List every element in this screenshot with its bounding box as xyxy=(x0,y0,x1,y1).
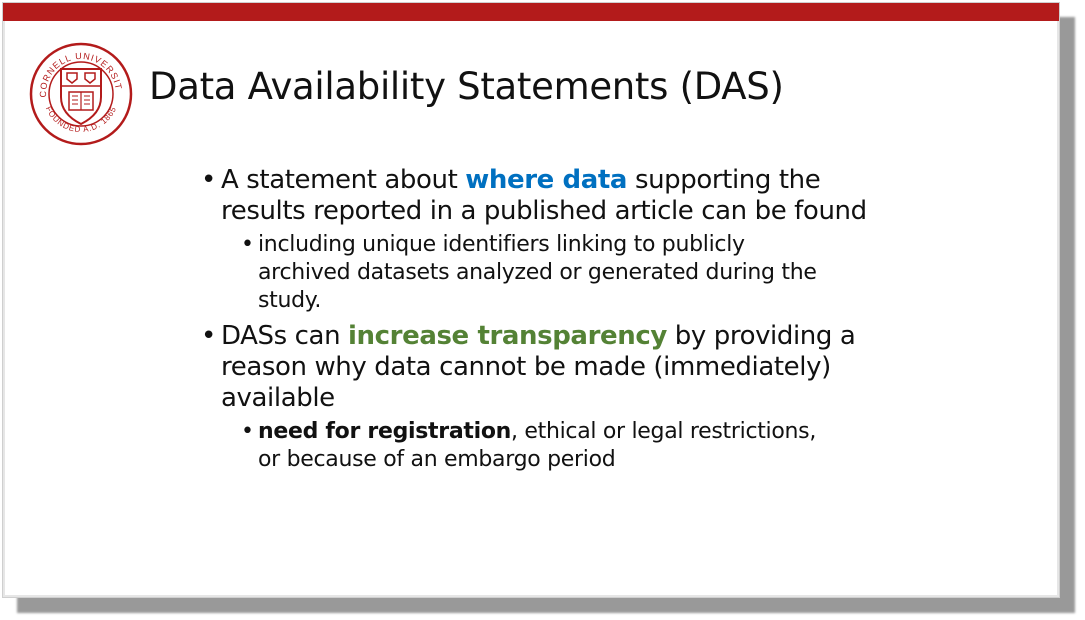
slide: CORNELL UNIVERSITY FOUNDED A.D. 1865 Dat… xyxy=(2,2,1060,598)
slide-body: A statement about where data supporting … xyxy=(201,165,881,480)
bullet-transparency: DASs can increase transparency by provid… xyxy=(201,321,881,414)
slide-title: Data Availability Statements (DAS) xyxy=(149,65,784,108)
bullet-where-data: A statement about where data supporting … xyxy=(201,165,881,227)
highlight-increase-transparency: increase transparency xyxy=(348,321,667,351)
sub-bullet-restrictions: need for registration, ethical or legal … xyxy=(241,418,838,474)
top-red-bar xyxy=(3,3,1059,21)
bullet-text: DASs can xyxy=(221,321,349,351)
cornell-seal-logo: CORNELL UNIVERSITY FOUNDED A.D. 1865 xyxy=(29,42,133,146)
bullet-text: A statement about xyxy=(221,165,466,195)
sub-bullet-identifiers: including unique identifiers linking to … xyxy=(241,231,838,315)
bold-need-for-registration: need for registration xyxy=(258,419,512,444)
sub-bullet-text: including unique identifiers linking to … xyxy=(258,232,817,313)
highlight-where-data: where data xyxy=(465,165,628,195)
